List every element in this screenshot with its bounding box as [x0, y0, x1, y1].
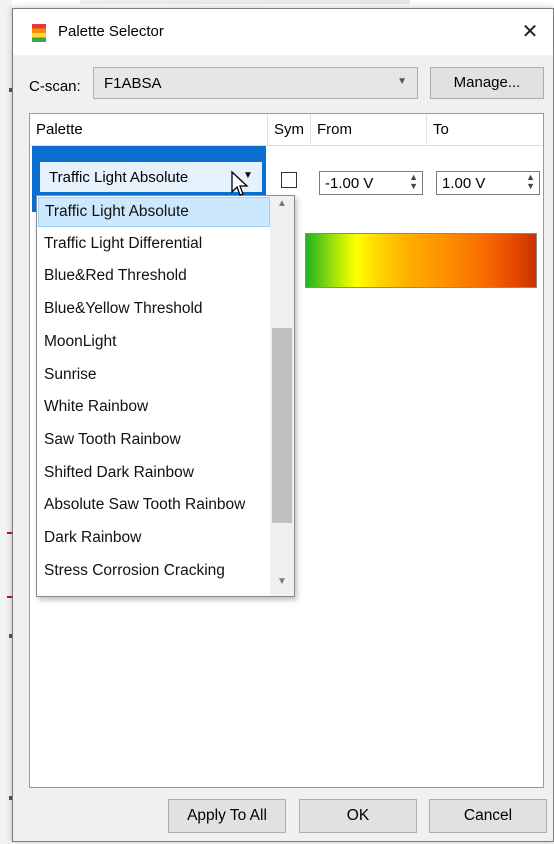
- scroll-down-icon[interactable]: ▼: [270, 576, 294, 594]
- column-header-from[interactable]: From: [311, 114, 427, 145]
- dropdown-option[interactable]: Traffic Light Differential: [38, 230, 270, 260]
- column-header-to[interactable]: To: [427, 114, 543, 145]
- palette-icon: [32, 24, 46, 42]
- table-header: Palette Sym From To: [30, 114, 543, 146]
- dropdown-option[interactable]: MoonLight: [38, 328, 270, 358]
- background-app-edge: [0, 0, 12, 844]
- cancel-button[interactable]: Cancel: [429, 799, 547, 833]
- apply-to-all-button[interactable]: Apply To All: [168, 799, 286, 833]
- window-title: Palette Selector: [58, 23, 164, 40]
- spin-arrows-icon[interactable]: ▲ ▼: [526, 173, 535, 191]
- from-value: -1.00 V: [325, 175, 374, 192]
- scrollbar-thumb[interactable]: [272, 328, 292, 523]
- title-bar[interactable]: Palette Selector ✕: [13, 9, 553, 55]
- scroll-up-icon[interactable]: ▲: [270, 198, 294, 216]
- to-value: 1.00 V: [442, 175, 486, 192]
- dropdown-option[interactable]: Blue&Yellow Threshold: [38, 295, 270, 325]
- manage-button[interactable]: Manage...: [430, 67, 544, 99]
- background-app-top: [80, 0, 410, 4]
- cscan-select[interactable]: F1ABSA ▼: [93, 67, 418, 99]
- dropdown-option[interactable]: Traffic Light Absolute: [38, 197, 270, 227]
- palette-dropdown-list[interactable]: Traffic Light Absolute Traffic Light Diff…: [36, 195, 295, 597]
- to-spinbox[interactable]: 1.00 V ▲ ▼: [436, 171, 540, 195]
- ok-button[interactable]: OK: [299, 799, 417, 833]
- sym-checkbox[interactable]: [281, 172, 297, 188]
- close-button[interactable]: ✕: [507, 9, 553, 55]
- cscan-label: C-scan:: [29, 78, 81, 95]
- close-icon: ✕: [521, 21, 539, 43]
- from-spinbox[interactable]: -1.00 V ▲ ▼: [319, 171, 423, 195]
- spin-arrows-icon[interactable]: ▲ ▼: [409, 173, 418, 191]
- dropdown-option[interactable]: Stress Corrosion Cracking: [38, 557, 270, 587]
- mouse-pointer-icon: [231, 170, 249, 196]
- palette-preview-bar: [305, 233, 537, 288]
- dropdown-scrollbar[interactable]: ▲ ▼: [270, 196, 294, 596]
- dropdown-option[interactable]: Absolute Saw Tooth Rainbow: [38, 491, 270, 521]
- dropdown-option[interactable]: Dark Rainbow: [38, 524, 270, 554]
- chevron-down-icon: ▼: [397, 76, 407, 87]
- dropdown-option[interactable]: White Rainbow: [38, 393, 270, 423]
- dropdown-option[interactable]: Sunrise: [38, 361, 270, 391]
- cscan-value: F1ABSA: [104, 75, 162, 92]
- column-header-sym[interactable]: Sym: [268, 114, 311, 145]
- dropdown-option[interactable]: Shifted Dark Rainbow: [38, 459, 270, 489]
- palette-select-value: Traffic Light Absolute: [49, 169, 189, 186]
- dropdown-option[interactable]: Saw Tooth Rainbow: [38, 426, 270, 456]
- column-header-palette[interactable]: Palette: [30, 114, 268, 145]
- screen: Palette Selector ✕ C-scan: F1ABSA ▼ Mana…: [0, 0, 554, 844]
- dropdown-option[interactable]: Blue&Red Threshold: [38, 262, 270, 292]
